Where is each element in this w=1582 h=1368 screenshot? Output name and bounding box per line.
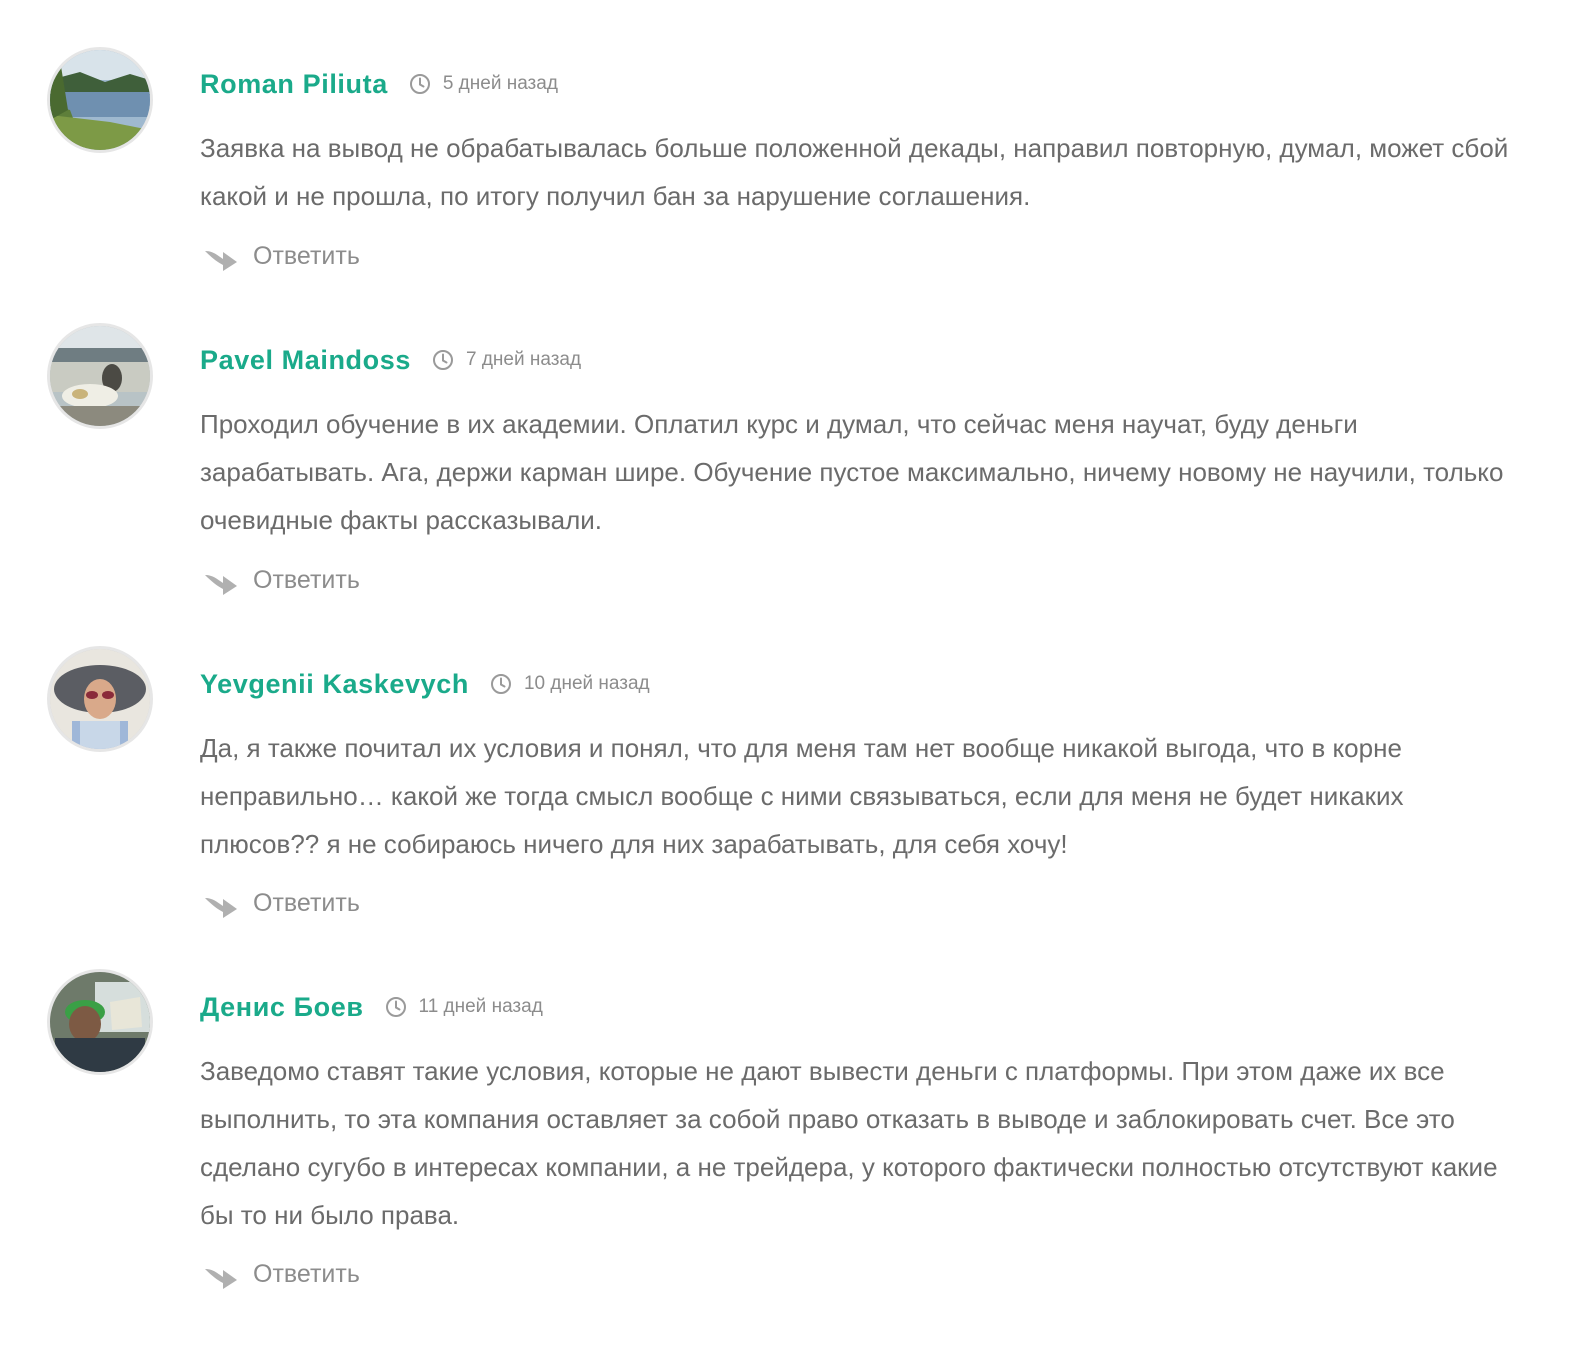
- reply-arrow-icon: [203, 241, 239, 271]
- comment-date: 7 дней назад: [465, 349, 582, 370]
- comment-text: Да, я также почитал их условия и понял, …: [200, 733, 1404, 859]
- comment-text: Проходил обучение в их академии. Оплатил…: [200, 409, 1504, 535]
- clock-icon: [432, 349, 454, 371]
- reply-arrow-icon: [203, 888, 239, 918]
- reply-button[interactable]: Ответить: [203, 886, 360, 920]
- comment-text: Заявка на вывод не обрабатывалась больше…: [200, 133, 1509, 211]
- clock-icon: [409, 73, 431, 95]
- reply-label: Ответить: [253, 1259, 360, 1288]
- reply-label: Ответить: [253, 888, 360, 917]
- comment-header: Yevgenii Kaskevych 10 дней назад: [200, 664, 650, 704]
- author-name[interactable]: Денис Боев: [200, 992, 364, 1023]
- avatar[interactable]: [47, 323, 153, 429]
- author-name[interactable]: Roman Piliuta: [200, 69, 388, 100]
- reply-button[interactable]: Ответить: [203, 1257, 360, 1291]
- reply-label: Ответить: [253, 565, 360, 594]
- avatar[interactable]: [47, 47, 153, 153]
- clock-icon: [490, 673, 512, 695]
- reply-arrow-icon: [203, 565, 239, 595]
- comment-date: 5 дней назад: [442, 73, 558, 94]
- comment-text: Заведомо ставят такие условия, которые н…: [200, 1056, 1498, 1230]
- avatar[interactable]: [47, 969, 153, 1075]
- comment-header: Денис Боев 11 дней назад: [200, 987, 543, 1027]
- reply-arrow-icon: [203, 1259, 239, 1289]
- comment-header: Pavel Maindoss 7 дней назад: [200, 340, 581, 380]
- clock-icon: [385, 996, 407, 1018]
- avatar[interactable]: [47, 646, 153, 752]
- reply-button[interactable]: Ответить: [203, 239, 360, 273]
- comment-date: 11 дней назад: [418, 996, 543, 1017]
- author-name[interactable]: Yevgenii Kaskevych: [200, 669, 469, 700]
- reply-button[interactable]: Ответить: [203, 563, 360, 597]
- author-name[interactable]: Pavel Maindoss: [200, 345, 411, 376]
- comment-date: 10 дней назад: [523, 673, 650, 694]
- comment-header: Roman Piliuta 5 дней назад: [200, 64, 558, 104]
- reply-label: Ответить: [253, 241, 360, 270]
